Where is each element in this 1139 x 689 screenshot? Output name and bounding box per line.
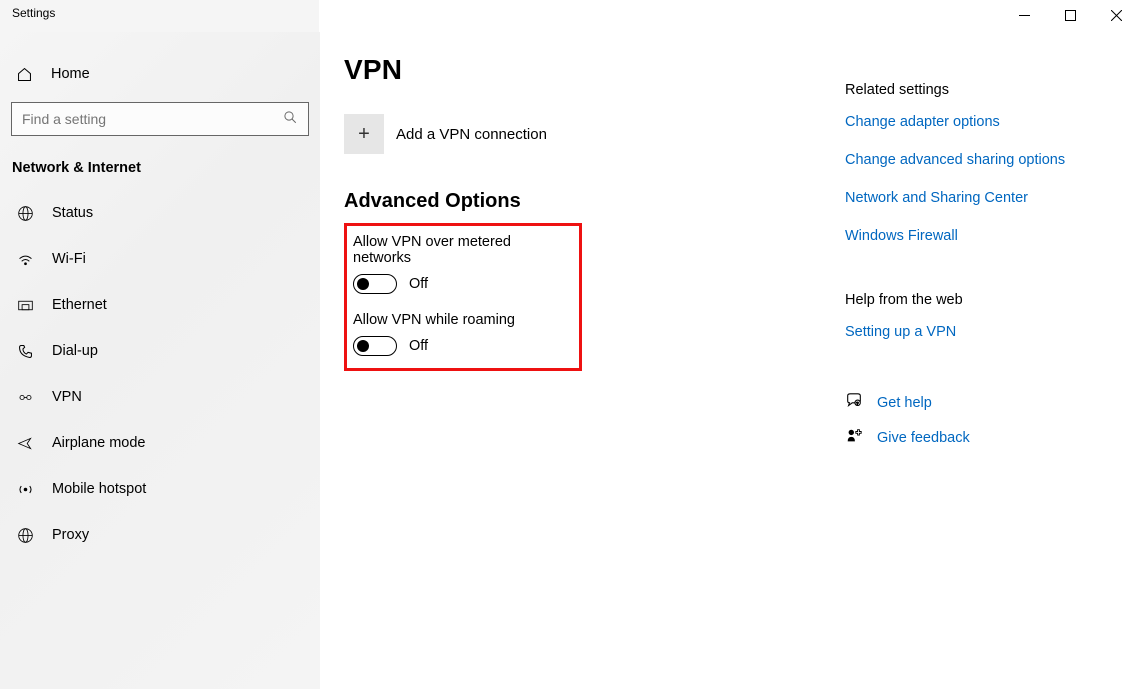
hotspot-icon [16,481,34,498]
link-network-center[interactable]: Network and Sharing Center [845,190,1115,206]
home-nav[interactable]: Home [0,54,320,94]
link-adapter-options[interactable]: Change adapter options [845,114,1115,130]
sidebar-item-label: Proxy [52,527,89,543]
setting-label-roaming: Allow VPN while roaming [353,312,567,328]
related-settings-header: Related settings [845,82,1115,98]
link-setup-vpn[interactable]: Setting up a VPN [845,324,1115,340]
close-button[interactable] [1093,0,1139,30]
toggle-state-metered: Off [409,276,428,292]
sidebar-item-label: Ethernet [52,297,107,313]
advanced-options-header: Advanced Options [344,190,831,213]
setting-label-metered: Allow VPN over metered networks [353,234,567,266]
window-title: Settings [12,6,55,20]
sidebar-item-proxy[interactable]: Proxy [0,512,320,558]
proxy-icon [16,527,34,544]
sidebar-item-vpn[interactable]: VPN [0,374,320,420]
search-icon [283,110,298,128]
toggle-roaming[interactable] [353,336,397,356]
sidebar-item-label: Wi-Fi [52,251,86,267]
ethernet-icon [16,297,34,314]
link-sharing-options[interactable]: Change advanced sharing options [845,152,1115,168]
globe-icon [16,205,34,222]
sidebar-item-dialup[interactable]: Dial-up [0,328,320,374]
sidebar-item-status[interactable]: Status [0,190,320,236]
maximize-button[interactable] [1047,0,1093,30]
wifi-icon [16,251,34,268]
add-vpn-label: Add a VPN connection [396,126,547,143]
window-controls [1001,0,1139,30]
sidebar-item-wifi[interactable]: Wi-Fi [0,236,320,282]
search-box[interactable] [11,102,309,136]
link-give-feedback[interactable]: Give feedback [877,430,970,446]
home-icon [16,66,33,83]
help-from-web-header: Help from the web [845,292,1115,308]
feedback-icon [845,427,863,448]
sidebar-item-label: Mobile hotspot [52,481,146,497]
link-get-help[interactable]: Get help [877,395,932,411]
page-title: VPN [344,54,831,86]
add-vpn-button[interactable]: + Add a VPN connection [344,114,831,154]
plus-icon: + [344,114,384,154]
vpn-icon [16,389,34,406]
search-input[interactable] [22,111,283,127]
sidebar-section-header: Network & Internet [0,154,320,190]
sidebar-item-hotspot[interactable]: Mobile hotspot [0,466,320,512]
sidebar-item-airplane[interactable]: Airplane mode [0,420,320,466]
sidebar-item-label: VPN [52,389,82,405]
sidebar-item-ethernet[interactable]: Ethernet [0,282,320,328]
link-firewall[interactable]: Windows Firewall [845,228,1115,244]
sidebar: Home Network & Internet Status Wi-Fi Eth… [0,32,320,689]
sidebar-item-label: Airplane mode [52,435,146,451]
airplane-icon [16,435,34,452]
phone-icon [16,343,34,360]
sidebar-item-label: Status [52,205,93,221]
help-icon: ? [845,392,863,413]
toggle-metered[interactable] [353,274,397,294]
home-label: Home [51,66,90,82]
sidebar-item-label: Dial-up [52,343,98,359]
highlighted-settings: Allow VPN over metered networks Off Allo… [344,223,582,371]
minimize-button[interactable] [1001,0,1047,30]
toggle-state-roaming: Off [409,338,428,354]
right-column: Related settings Change adapter options … [845,54,1115,689]
title-bar: Settings [0,0,1139,32]
main-content: VPN + Add a VPN connection Advanced Opti… [320,32,1139,689]
